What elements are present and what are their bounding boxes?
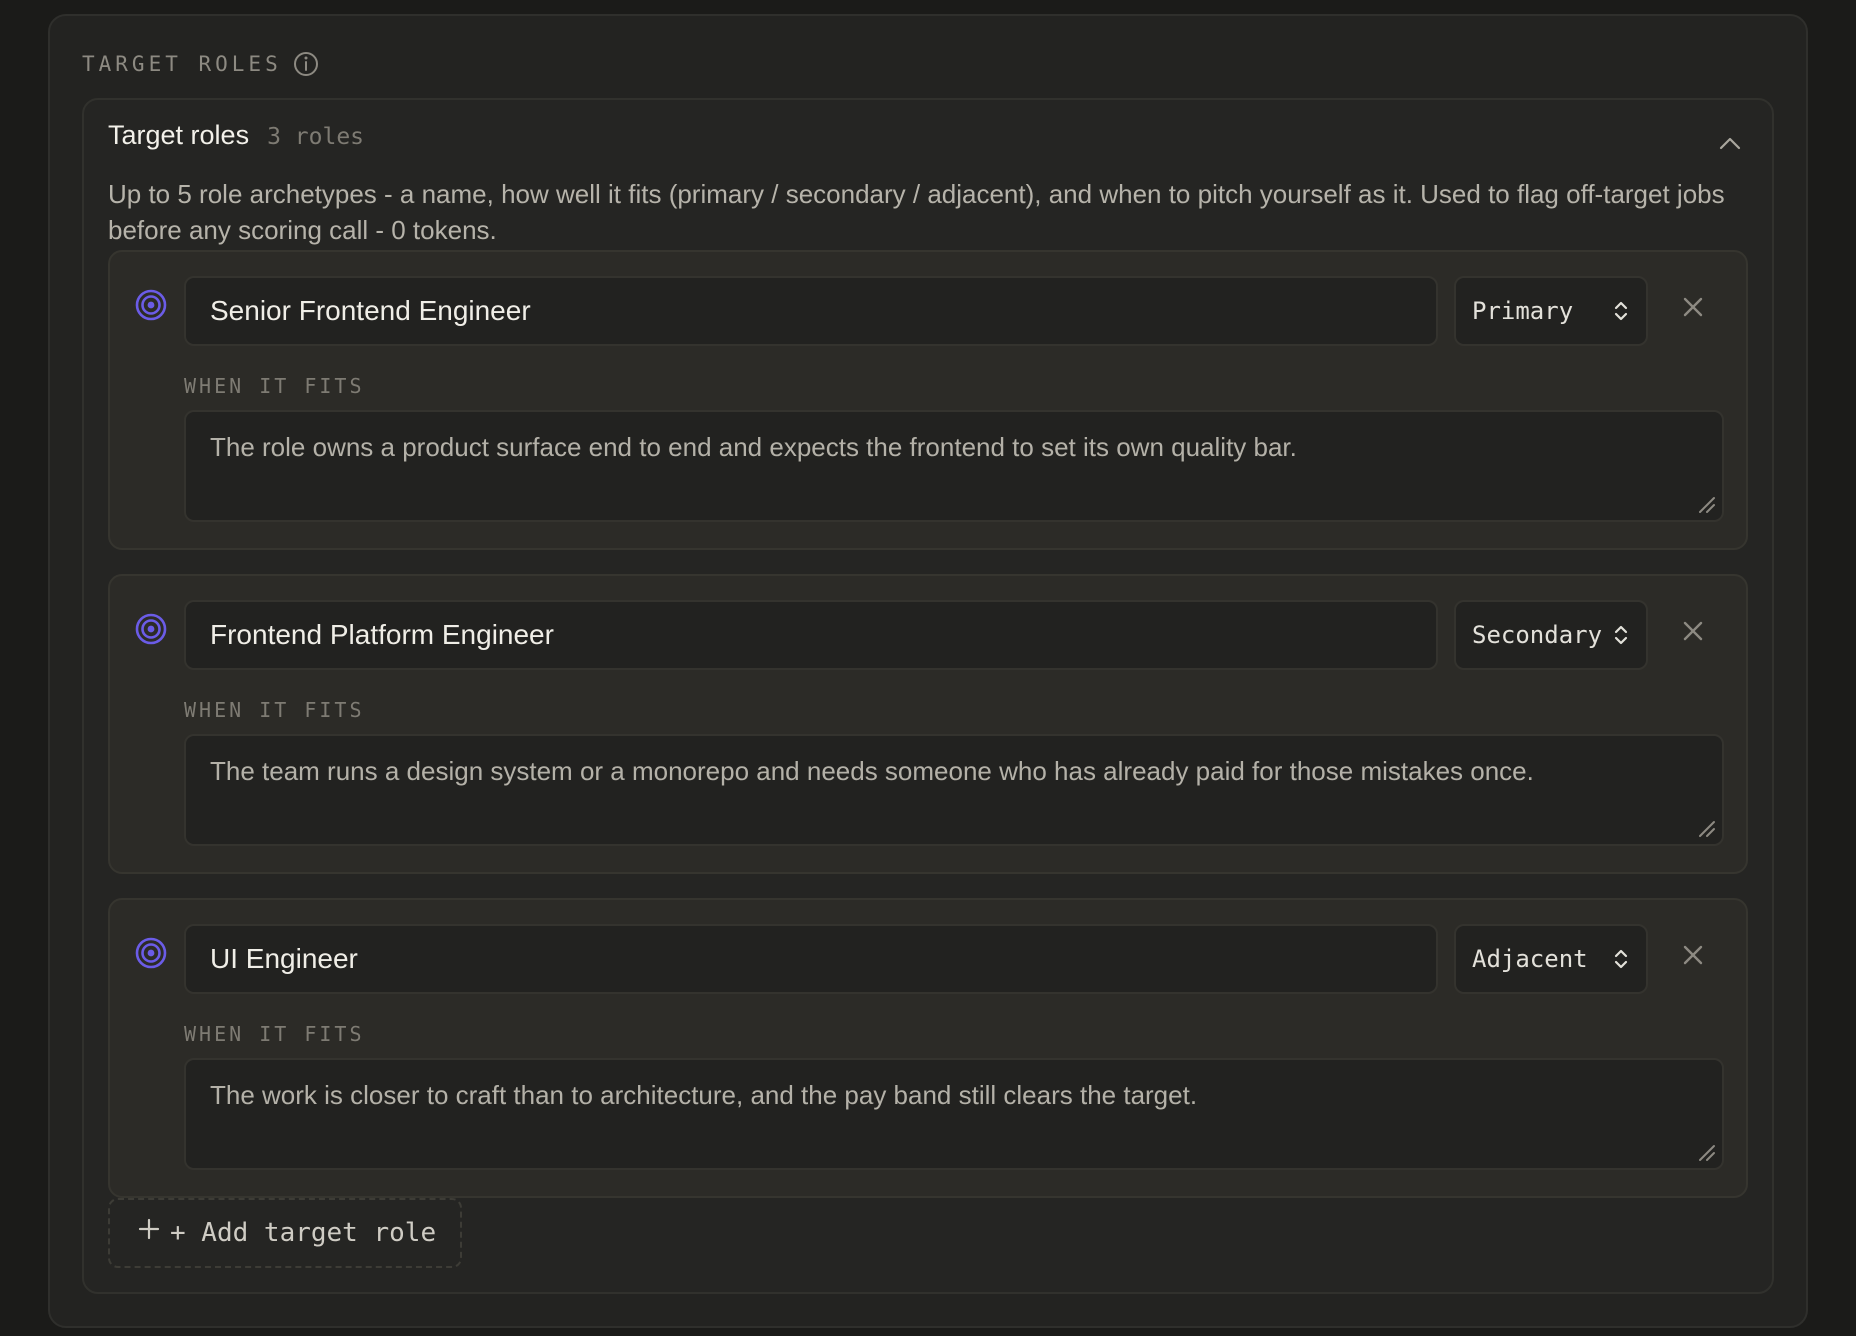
role-fit-select[interactable]: Primary (1454, 276, 1648, 346)
close-icon (1683, 297, 1703, 317)
card-description: Up to 5 role archetypes - a name, how we… (108, 179, 1725, 245)
chevron-up-icon (1719, 137, 1741, 150)
when-it-fits-label: WHEN IT FITS (184, 1022, 365, 1046)
when-it-fits-text: The work is closer to craft than to arch… (210, 1080, 1198, 1110)
role-name-input[interactable]: Frontend Platform Engineer (184, 600, 1438, 670)
resize-grip-icon[interactable] (1696, 818, 1716, 838)
add-target-role-button[interactable]: + Add target role (108, 1198, 462, 1268)
plus-icon (138, 1218, 160, 1240)
when-it-fits-text: The team runs a design system or a monor… (210, 756, 1534, 786)
info-icon[interactable] (292, 50, 320, 78)
role-name-input[interactable]: Senior Frontend Engineer (184, 276, 1438, 346)
target-icon (134, 936, 168, 970)
target-icon (134, 288, 168, 322)
when-it-fits-label: WHEN IT FITS (184, 374, 365, 398)
role-card: Frontend Platform Engineer Secondary WHE… (108, 574, 1748, 874)
collapse-button[interactable] (1712, 128, 1748, 158)
when-it-fits-label: WHEN IT FITS (184, 698, 365, 722)
section-heading-label: TARGET ROLES (82, 52, 282, 76)
when-it-fits-text: The role owns a product surface end to e… (210, 432, 1297, 462)
close-icon (1683, 945, 1703, 965)
role-fit-value: Secondary (1472, 621, 1603, 649)
resize-grip-icon[interactable] (1696, 1142, 1716, 1162)
role-fit-value: Adjacent (1472, 945, 1588, 973)
select-arrows-icon (1614, 949, 1628, 969)
when-it-fits-textarea[interactable]: The work is closer to craft than to arch… (184, 1058, 1724, 1170)
close-icon (1683, 621, 1703, 641)
remove-role-button[interactable] (1678, 940, 1708, 970)
remove-role-button[interactable] (1678, 292, 1708, 322)
when-it-fits-textarea[interactable]: The role owns a product surface end to e… (184, 410, 1724, 522)
role-fit-select[interactable]: Secondary (1454, 600, 1648, 670)
target-icon (134, 612, 168, 646)
role-card: Senior Frontend Engineer Primary WHEN IT… (108, 250, 1748, 550)
role-count: 3 roles (267, 124, 365, 150)
role-card: UI Engineer Adjacent WHEN IT FITS The wo… (108, 898, 1748, 1198)
remove-role-button[interactable] (1678, 616, 1708, 646)
resize-grip-icon[interactable] (1696, 494, 1716, 514)
role-name-input[interactable]: UI Engineer (184, 924, 1438, 994)
add-target-role-label: + Add target role (170, 1218, 437, 1248)
card-header: Target roles 3 roles (108, 120, 364, 151)
select-arrows-icon (1614, 301, 1628, 321)
card-title: Target roles (108, 120, 250, 150)
role-fit-value: Primary (1472, 297, 1574, 325)
role-fit-select[interactable]: Adjacent (1454, 924, 1648, 994)
when-it-fits-textarea[interactable]: The team runs a design system or a monor… (184, 734, 1724, 846)
select-arrows-icon (1614, 625, 1628, 645)
section-heading: TARGET ROLES (82, 48, 320, 80)
